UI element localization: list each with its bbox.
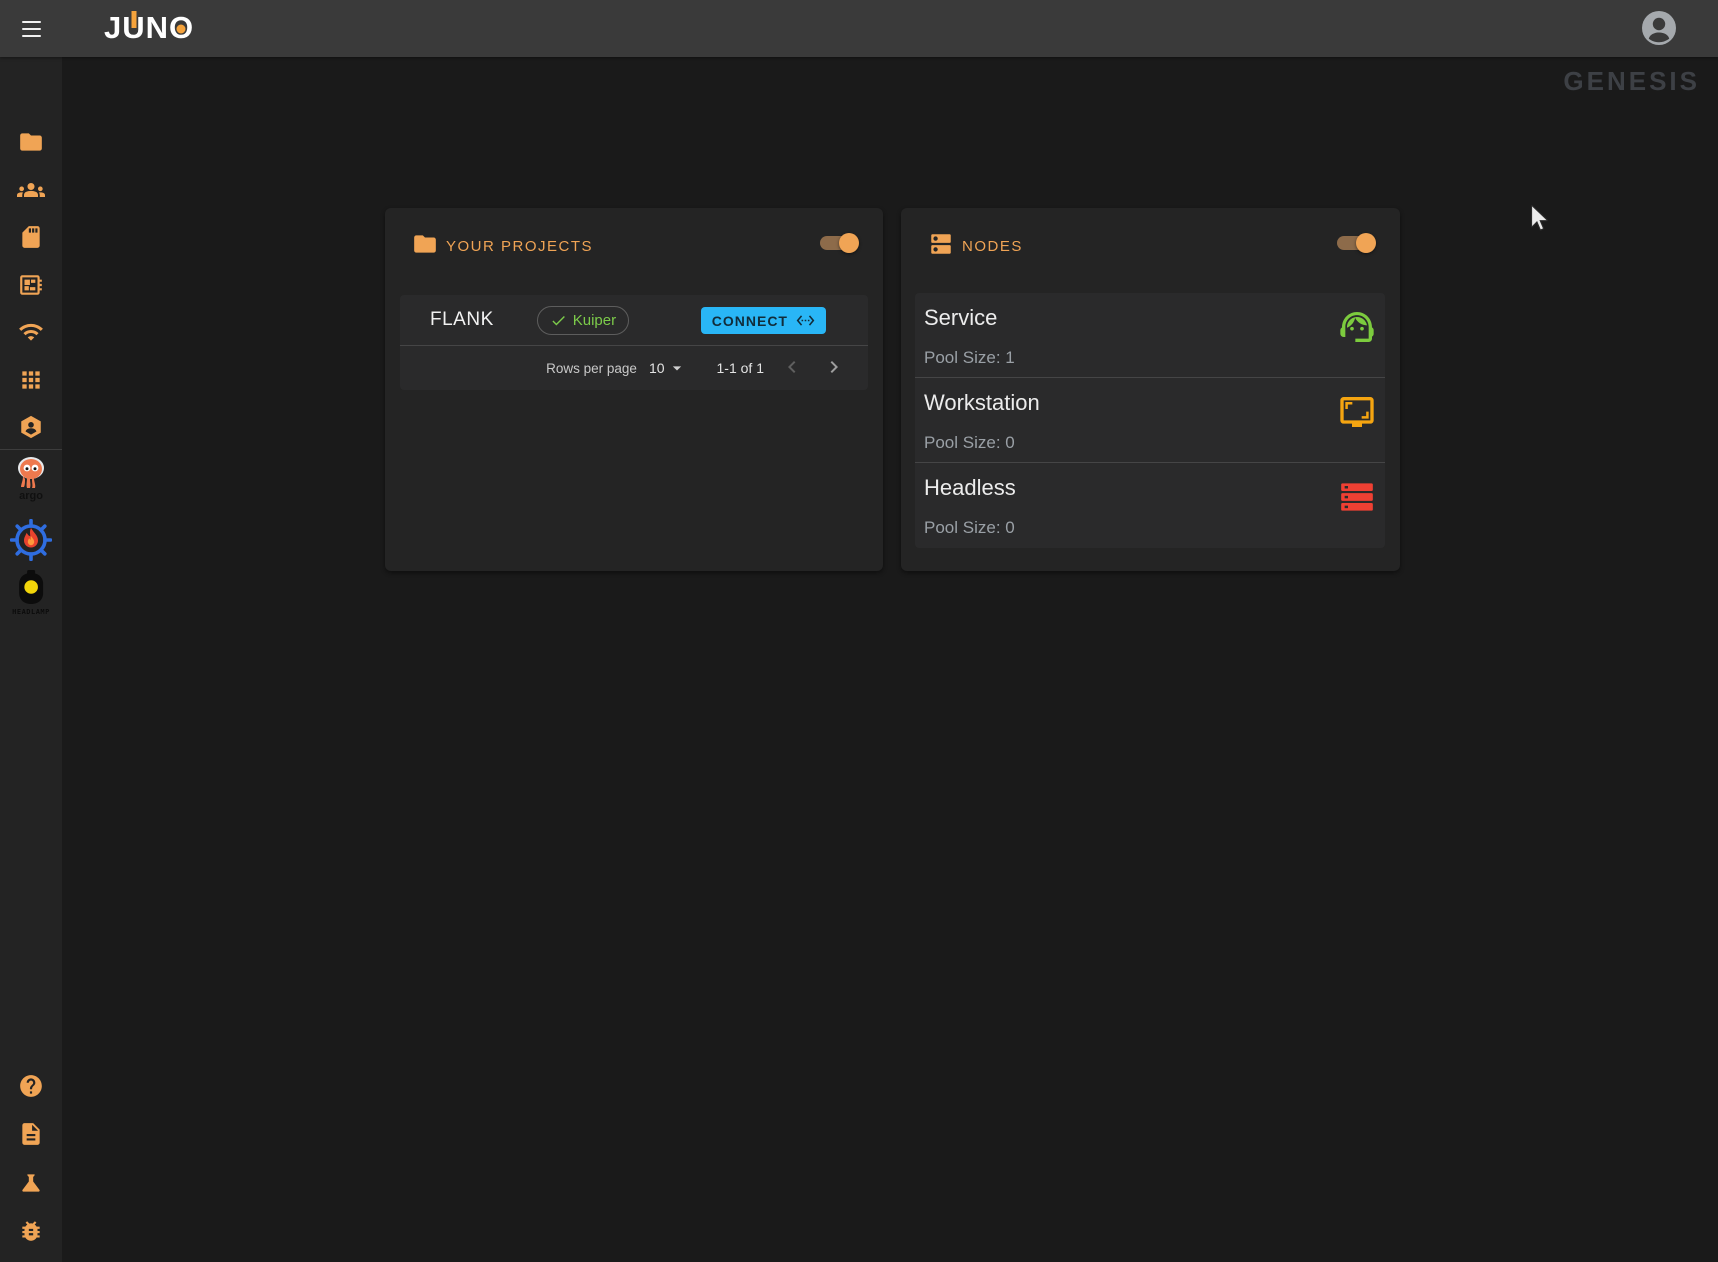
dns-icon <box>928 231 954 257</box>
groups-icon <box>17 176 45 204</box>
wifi-icon <box>18 319 44 345</box>
help-button[interactable] <box>18 1073 44 1099</box>
kuiper-status-chip: Kuiper <box>537 306 629 335</box>
help-icon <box>18 1073 44 1099</box>
nav-apps-button[interactable] <box>18 367 44 393</box>
node-name: Workstation <box>924 390 1385 416</box>
nodes-card-title: NODES <box>962 238 1023 255</box>
logo-letter: U <box>122 10 145 46</box>
previous-page-button[interactable] <box>778 354 806 382</box>
bug-icon <box>18 1218 44 1244</box>
folder-icon <box>18 129 44 155</box>
developer-board-icon <box>18 272 44 298</box>
support-agent-icon <box>1337 307 1377 347</box>
chevron-left-icon <box>780 355 804 379</box>
logo-letter: N <box>146 10 169 46</box>
node-row-service[interactable]: Service Pool Size: 1 <box>915 293 1385 378</box>
monitor-icon <box>1337 392 1377 432</box>
project-row[interactable]: FLANK Kuiper CONNECT <box>400 295 868 346</box>
document-icon <box>18 1121 44 1147</box>
genesis-watermark: GENESIS <box>1563 66 1700 97</box>
node-row-workstation[interactable]: Workstation Pool Size: 0 <box>915 378 1385 463</box>
account-circle-icon <box>1640 9 1678 47</box>
hamburger-icon <box>22 21 41 23</box>
projects-card: YOUR PROJECTS FLANK Kuiper CONNECT Rows <box>385 208 883 571</box>
menu-button[interactable] <box>16 14 46 44</box>
kubernetes-flame-icon <box>10 519 52 561</box>
chip-label: Kuiper <box>573 312 616 329</box>
sidebar: argo HEADLAMP <box>0 57 62 1262</box>
bug-report-button[interactable] <box>18 1218 44 1244</box>
pagination-bar: Rows per page 10 1-1 of 1 <box>400 346 868 390</box>
server-stack-icon <box>1337 477 1377 517</box>
folder-icon <box>412 231 438 257</box>
apps-grid-icon <box>18 367 44 393</box>
chevron-right-icon <box>822 355 846 379</box>
argo-plugin-button[interactable]: argo <box>14 455 48 502</box>
logo-letter: J <box>104 10 122 46</box>
nav-projects-button[interactable] <box>18 129 44 155</box>
sd-card-icon <box>18 224 44 250</box>
pagination-range: 1-1 of 1 <box>717 360 764 376</box>
kubernetes-flame-plugin-button[interactable] <box>10 519 52 561</box>
next-page-button[interactable] <box>820 354 848 382</box>
top-app-bar: J U N O <box>0 0 1718 57</box>
nodes-card-header: NODES <box>901 208 1400 278</box>
rows-per-page-label: Rows per page <box>546 361 637 376</box>
node-row-headless[interactable]: Headless Pool Size: 0 <box>915 463 1385 548</box>
projects-toggle[interactable] <box>820 233 857 253</box>
rows-per-page-select[interactable]: 10 <box>649 358 687 378</box>
projects-card-header: YOUR PROJECTS <box>385 208 883 278</box>
labs-button[interactable] <box>18 1170 44 1196</box>
nodes-card: NODES Service Pool Size: 1 Workstation P… <box>901 208 1400 571</box>
nodes-toggle[interactable] <box>1337 233 1374 253</box>
connect-button[interactable]: CONNECT <box>701 307 826 334</box>
node-pool-size: Pool Size: 1 <box>924 348 1015 368</box>
rows-per-page-value: 10 <box>649 360 665 376</box>
node-pool-size: Pool Size: 0 <box>924 518 1015 538</box>
chevron-down-icon <box>667 358 687 378</box>
headlamp-plugin-button[interactable]: HEADLAMP <box>12 570 50 616</box>
nav-teams-button[interactable] <box>17 176 45 204</box>
mouse-cursor <box>1526 204 1550 234</box>
sidebar-divider <box>0 449 62 450</box>
projects-card-title: YOUR PROJECTS <box>446 238 593 255</box>
node-name: Headless <box>924 475 1385 501</box>
docs-button[interactable] <box>18 1121 44 1147</box>
app-logo: J U N O <box>104 10 194 46</box>
project-name: FLANK <box>430 309 494 331</box>
argo-label: argo <box>19 490 43 502</box>
nav-deployments-button[interactable] <box>18 414 44 440</box>
flask-icon <box>18 1170 44 1196</box>
node-pool-size: Pool Size: 0 <box>924 433 1015 453</box>
headlamp-label: HEADLAMP <box>12 608 50 616</box>
logo-letter: O <box>169 10 194 46</box>
node-name: Service <box>924 305 1385 331</box>
connect-label: CONNECT <box>712 313 788 329</box>
nav-devices-button[interactable] <box>18 272 44 298</box>
projects-list: FLANK Kuiper CONNECT Rows per page 10 <box>400 295 868 390</box>
headlamp-icon <box>14 570 48 606</box>
nav-storage-button[interactable] <box>18 224 44 250</box>
argo-icon <box>14 455 48 489</box>
ethernet-icon <box>796 311 815 330</box>
deployed-box-icon <box>18 414 44 440</box>
nodes-list: Service Pool Size: 1 Workstation Pool Si… <box>915 293 1385 548</box>
check-icon <box>550 312 567 329</box>
user-avatar-button[interactable] <box>1640 9 1678 47</box>
nav-network-button[interactable] <box>18 319 44 345</box>
